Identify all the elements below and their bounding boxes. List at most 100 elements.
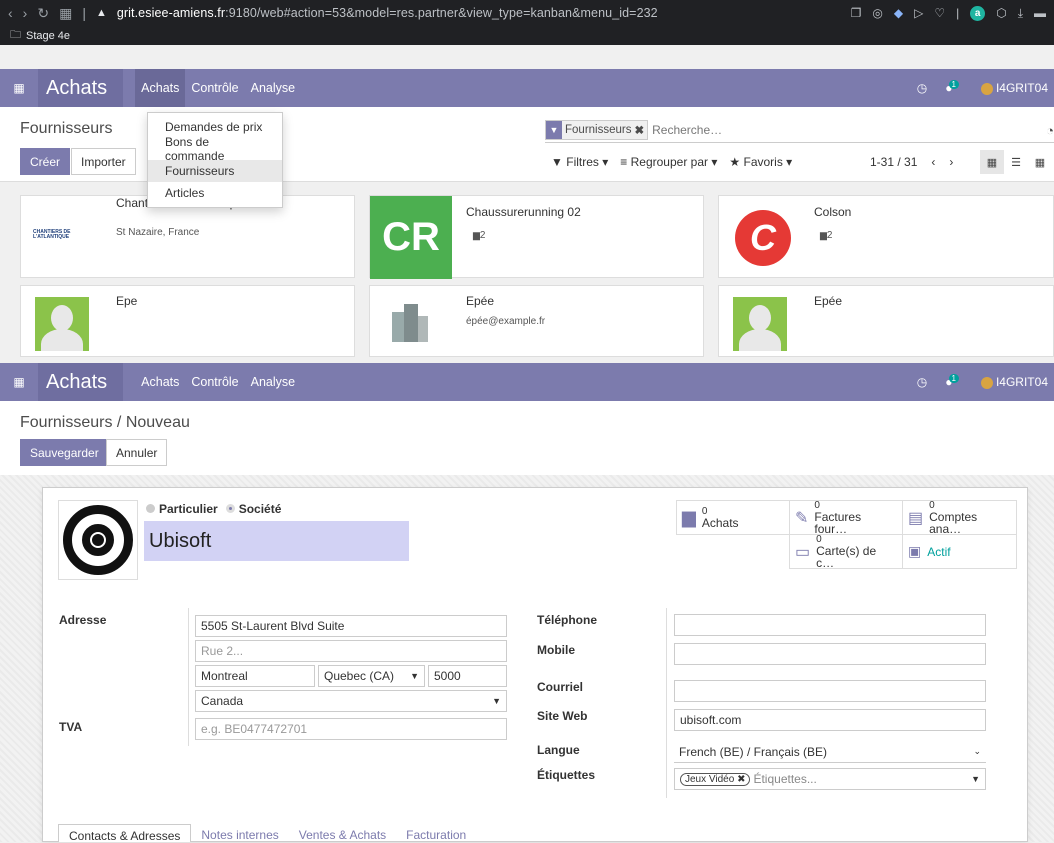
activity-clock-icon[interactable]: ◷ — [917, 375, 927, 389]
import-button[interactable]: Importer — [71, 148, 136, 175]
pager-value[interactable]: 1-31 / 31 — [870, 155, 917, 169]
radio-individual[interactable]: Particulier — [146, 502, 218, 516]
language-select[interactable]: French (BE) / Français (BE) ⌄ — [674, 741, 986, 763]
menu-analyse[interactable]: Analyse — [245, 363, 301, 401]
messages-icon[interactable]: ●1 — [945, 374, 963, 389]
menu-controle[interactable]: Contrôle — [185, 69, 244, 107]
app-brand[interactable]: Achats — [38, 69, 124, 107]
facet-remove-icon[interactable]: ✖ — [634, 123, 647, 137]
user-menu[interactable]: I4GRIT04 — [980, 81, 1048, 95]
extra-view-icon[interactable]: ▦ — [1028, 150, 1052, 174]
kanban-card[interactable]: Epée épée@example.fr — [369, 285, 704, 357]
radio-company[interactable]: Société — [225, 502, 281, 516]
stat-analytic-button[interactable]: ▤ 0 Comptes ana… — [902, 500, 1017, 535]
groupby-button[interactable]: ≡ Regrouper par ▾ — [614, 150, 723, 174]
back-icon[interactable]: ‹ — [8, 5, 13, 21]
email-input[interactable] — [674, 680, 986, 702]
pager-next-icon[interactable]: › — [949, 155, 953, 169]
mobile-input[interactable] — [674, 643, 986, 665]
extension-a-icon[interactable]: a — [970, 5, 986, 21]
city-input[interactable]: Montreal — [195, 665, 315, 687]
dropdown-item-po[interactable]: Bons de commande — [148, 135, 282, 163]
building-icon — [388, 302, 432, 346]
archive-icon: ▣ — [908, 543, 922, 559]
shield-icon[interactable]: ◆ — [894, 6, 903, 20]
stat-purchases-button[interactable]: ▆ 0 Achats — [676, 500, 790, 535]
search-toggle-icon[interactable]: ◔ — [1046, 123, 1054, 138]
save-button[interactable]: Sauvegarder — [20, 439, 109, 466]
forward-icon[interactable]: › — [23, 5, 28, 21]
company-name-input[interactable]: Ubisoft — [144, 521, 409, 561]
kanban-view-icon[interactable]: ▦ — [980, 150, 1004, 174]
active-toggle-button[interactable]: ▣ Actif — [902, 534, 1017, 569]
achats-dropdown: Demandes de prix Bons de commande Fourni… — [147, 112, 283, 208]
battery-icon[interactable]: ▬ — [1034, 6, 1046, 20]
mobile-label: Mobile — [537, 643, 575, 657]
search-input[interactable]: Recherche… — [648, 123, 722, 137]
filters-button[interactable]: ▼ Filtres ▾ — [545, 150, 614, 174]
play-icon[interactable]: ▷ — [914, 6, 923, 20]
kanban-card[interactable]: Epe — [20, 285, 355, 357]
apps-menu-icon[interactable]: ▦ — [0, 69, 38, 107]
not-secure-icon[interactable]: ▲ — [96, 7, 107, 19]
street-input[interactable]: 5505 St-Laurent Blvd Suite — [195, 615, 507, 637]
phone-input[interactable] — [674, 614, 986, 636]
notif-badge: 1 — [948, 80, 959, 89]
menu-achats[interactable]: Achats — [135, 363, 185, 401]
stat-cards-button[interactable]: ▭ 0 Carte(s) de c… — [789, 534, 903, 569]
tab-internal-notes[interactable]: Notes internes — [191, 824, 288, 842]
activity-clock-icon[interactable]: ◷ — [917, 81, 927, 95]
download-icon[interactable]: ⤓ — [1018, 6, 1023, 21]
facet-label: Fournisseurs — [565, 124, 632, 136]
create-button[interactable]: Créer — [20, 148, 71, 175]
tab-invoicing[interactable]: Facturation — [396, 824, 476, 842]
kanban-card[interactable]: CR Chaussurerunning 02 ▆2 — [369, 195, 704, 279]
extensions-icon[interactable]: ⬡ — [996, 6, 1006, 20]
menu-controle[interactable]: Contrôle — [185, 363, 244, 401]
card-location: St Nazaire, France — [116, 227, 200, 238]
list-view-icon[interactable]: ☰ — [1004, 150, 1028, 174]
zip-input[interactable]: 5000 — [428, 665, 507, 687]
cart-icon: ▆ — [682, 507, 696, 527]
card-name: Epée — [814, 294, 843, 308]
messages-icon[interactable]: ●1 — [945, 80, 963, 95]
tab-sales-purchases[interactable]: Ventes & Achats — [289, 824, 396, 842]
bookmark-stage[interactable]: Stage 4e — [26, 30, 70, 42]
book-icon: ▤ — [908, 509, 924, 527]
street2-input[interactable]: Rue 2... — [195, 640, 507, 662]
country-select[interactable]: Canada ▼ — [195, 690, 507, 712]
reload-icon[interactable]: ↻ — [37, 5, 49, 22]
heart-icon[interactable]: ♡ — [934, 6, 945, 20]
company-logo-icon[interactable] — [58, 500, 138, 580]
tag-remove-icon[interactable]: ✖ — [737, 774, 745, 785]
notebook-tabs: Contacts & Adresses Notes internes Vente… — [58, 824, 476, 843]
website-input[interactable]: ubisoft.com — [674, 709, 986, 731]
kanban-card[interactable]: Epée — [718, 285, 1054, 357]
card-count: ▆2 — [820, 230, 833, 241]
camera-icon[interactable]: ◎ — [872, 6, 882, 20]
vat-input[interactable]: e.g. BE0477472701 — [195, 718, 507, 740]
app-brand[interactable]: Achats — [38, 363, 124, 401]
user-menu[interactable]: I4GRIT04 — [980, 375, 1048, 389]
tags-input[interactable]: Jeux Vidéo ✖ Étiquettes... ▼ — [674, 768, 986, 790]
tabs-grid-icon[interactable]: ▦ — [59, 5, 72, 22]
favorites-button[interactable]: ★ Favoris ▾ — [723, 150, 798, 174]
discard-button[interactable]: Annuler — [106, 439, 168, 466]
avatar-placeholder-icon — [733, 297, 787, 351]
menu-analyse[interactable]: Analyse — [245, 69, 301, 107]
menu-achats[interactable]: Achats — [135, 69, 186, 107]
view-switcher: ▦ ☰ ▦ — [980, 150, 1052, 174]
state-select[interactable]: Quebec (CA) ▼ — [318, 665, 425, 687]
search-bar[interactable]: ▼ Fournisseurs ✖ Recherche… ◔ — [545, 118, 1054, 143]
apps-menu-icon[interactable]: ▦ — [0, 363, 38, 401]
stat-bills-button[interactable]: ✎ 0 Factures four… — [789, 500, 903, 535]
website-label: Site Web — [537, 709, 588, 723]
dropdown-item-vendors[interactable]: Fournisseurs — [148, 160, 282, 182]
cart-icon: ▆ — [473, 230, 480, 240]
tab-contacts[interactable]: Contacts & Adresses — [58, 824, 192, 843]
kanban-card[interactable]: C Colson ▆2 — [718, 195, 1054, 278]
pager-previous-icon[interactable]: ‹ — [931, 155, 935, 169]
screenshot-icon[interactable]: ❐ — [851, 6, 862, 20]
dropdown-item-products[interactable]: Articles — [148, 182, 282, 204]
address-bar[interactable]: grit.esiee-amiens.fr:9180/web#action=53&… — [117, 6, 658, 20]
